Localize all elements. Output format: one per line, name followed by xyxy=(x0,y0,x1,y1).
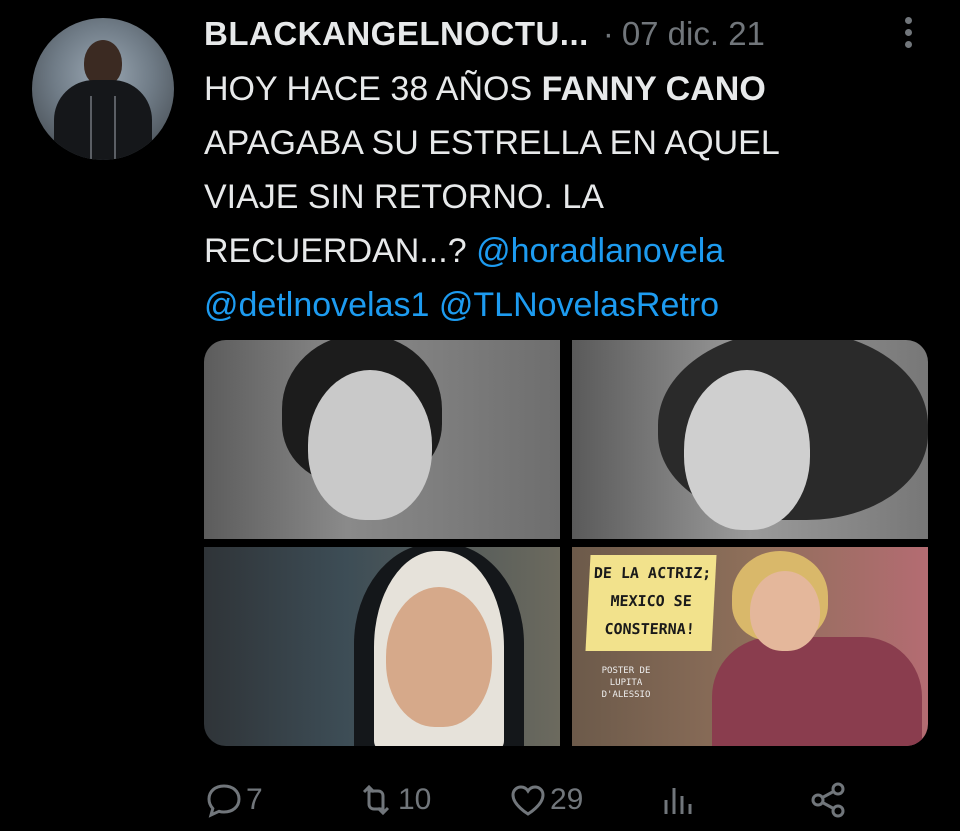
photo-face xyxy=(308,370,432,520)
tweet-line-4: RECUERDAN...? @horadlanovela xyxy=(204,224,924,278)
media-grid: DE LA ACTRIZ; MEXICO SE CONSTERNA! POSTE… xyxy=(204,340,928,746)
photo-face xyxy=(386,587,492,727)
mention-link[interactable]: @horadlanovela xyxy=(476,232,724,270)
sign-line: CONSTERNA! xyxy=(604,620,696,638)
tweet-line-5: @detlnovelas1 @TLNovelasRetro xyxy=(204,278,924,332)
heart-icon xyxy=(511,785,545,816)
like-count: 29 xyxy=(550,783,584,816)
photo-face xyxy=(750,571,820,651)
caption-line: POSTER DE xyxy=(601,666,651,676)
sign-line: MEXICO SE xyxy=(609,592,693,610)
media-image-1[interactable] xyxy=(204,340,560,539)
tweet-text-segment: HOY HACE 38 AÑOS xyxy=(204,70,542,108)
views-chart-icon xyxy=(664,788,692,814)
tweet-text-bold: FANNY CANO xyxy=(541,70,766,108)
photo-face xyxy=(684,370,810,530)
tweet-line-2: APAGABA SU ESTRELLA EN AQUEL xyxy=(204,124,780,162)
tweet-text: HOY HACE 38 AÑOS FANNY CANO APAGABA SU E… xyxy=(204,62,924,332)
username[interactable]: BLACKANGELNOCTU... xyxy=(204,15,589,53)
tweet-date[interactable]: 07 dic. 21 xyxy=(622,15,765,53)
retweet-button[interactable]: 10 xyxy=(356,770,431,830)
mention-link[interactable]: @TLNovelasRetro xyxy=(439,286,719,324)
separator-dot: · xyxy=(602,15,614,52)
reply-icon xyxy=(207,784,241,818)
photo-robe xyxy=(712,637,922,746)
media-image-2[interactable] xyxy=(572,340,928,539)
views-button[interactable] xyxy=(658,770,698,830)
tweet-header: BLACKANGELNOCTU... · 07 dic. 21 xyxy=(204,14,765,54)
photo-caption: POSTER DE LUPITA D'ALESSIO xyxy=(586,665,666,701)
more-icon[interactable] xyxy=(898,14,918,50)
avatar-pattern xyxy=(90,96,116,160)
like-button[interactable]: 29 xyxy=(508,770,583,830)
reply-count: 7 xyxy=(246,783,263,816)
media-image-4[interactable]: DE LA ACTRIZ; MEXICO SE CONSTERNA! POSTE… xyxy=(572,547,928,746)
retweet-count: 10 xyxy=(398,783,432,816)
tweet-text-segment: RECUERDAN...? xyxy=(204,232,477,270)
share-icon xyxy=(811,782,845,818)
tweet-line-1: HOY HACE 38 AÑOS FANNY CANO xyxy=(204,62,924,116)
caption-line: LUPITA D'ALESSIO xyxy=(601,678,651,700)
mention-link[interactable]: @detlnovelas1 xyxy=(204,286,429,324)
retweet-icon xyxy=(362,784,390,816)
photo-sign: DE LA ACTRIZ; MEXICO SE CONSTERNA! xyxy=(585,555,717,651)
sign-line: DE LA ACTRIZ; xyxy=(593,564,712,582)
tweet-line-3: VIAJE SIN RETORNO. LA xyxy=(204,178,604,216)
avatar[interactable] xyxy=(32,18,174,160)
reply-button[interactable]: 7 xyxy=(204,770,263,830)
media-image-3[interactable] xyxy=(204,547,560,746)
share-button[interactable] xyxy=(808,770,848,830)
tweet-actions: 7 10 29 xyxy=(204,770,864,830)
